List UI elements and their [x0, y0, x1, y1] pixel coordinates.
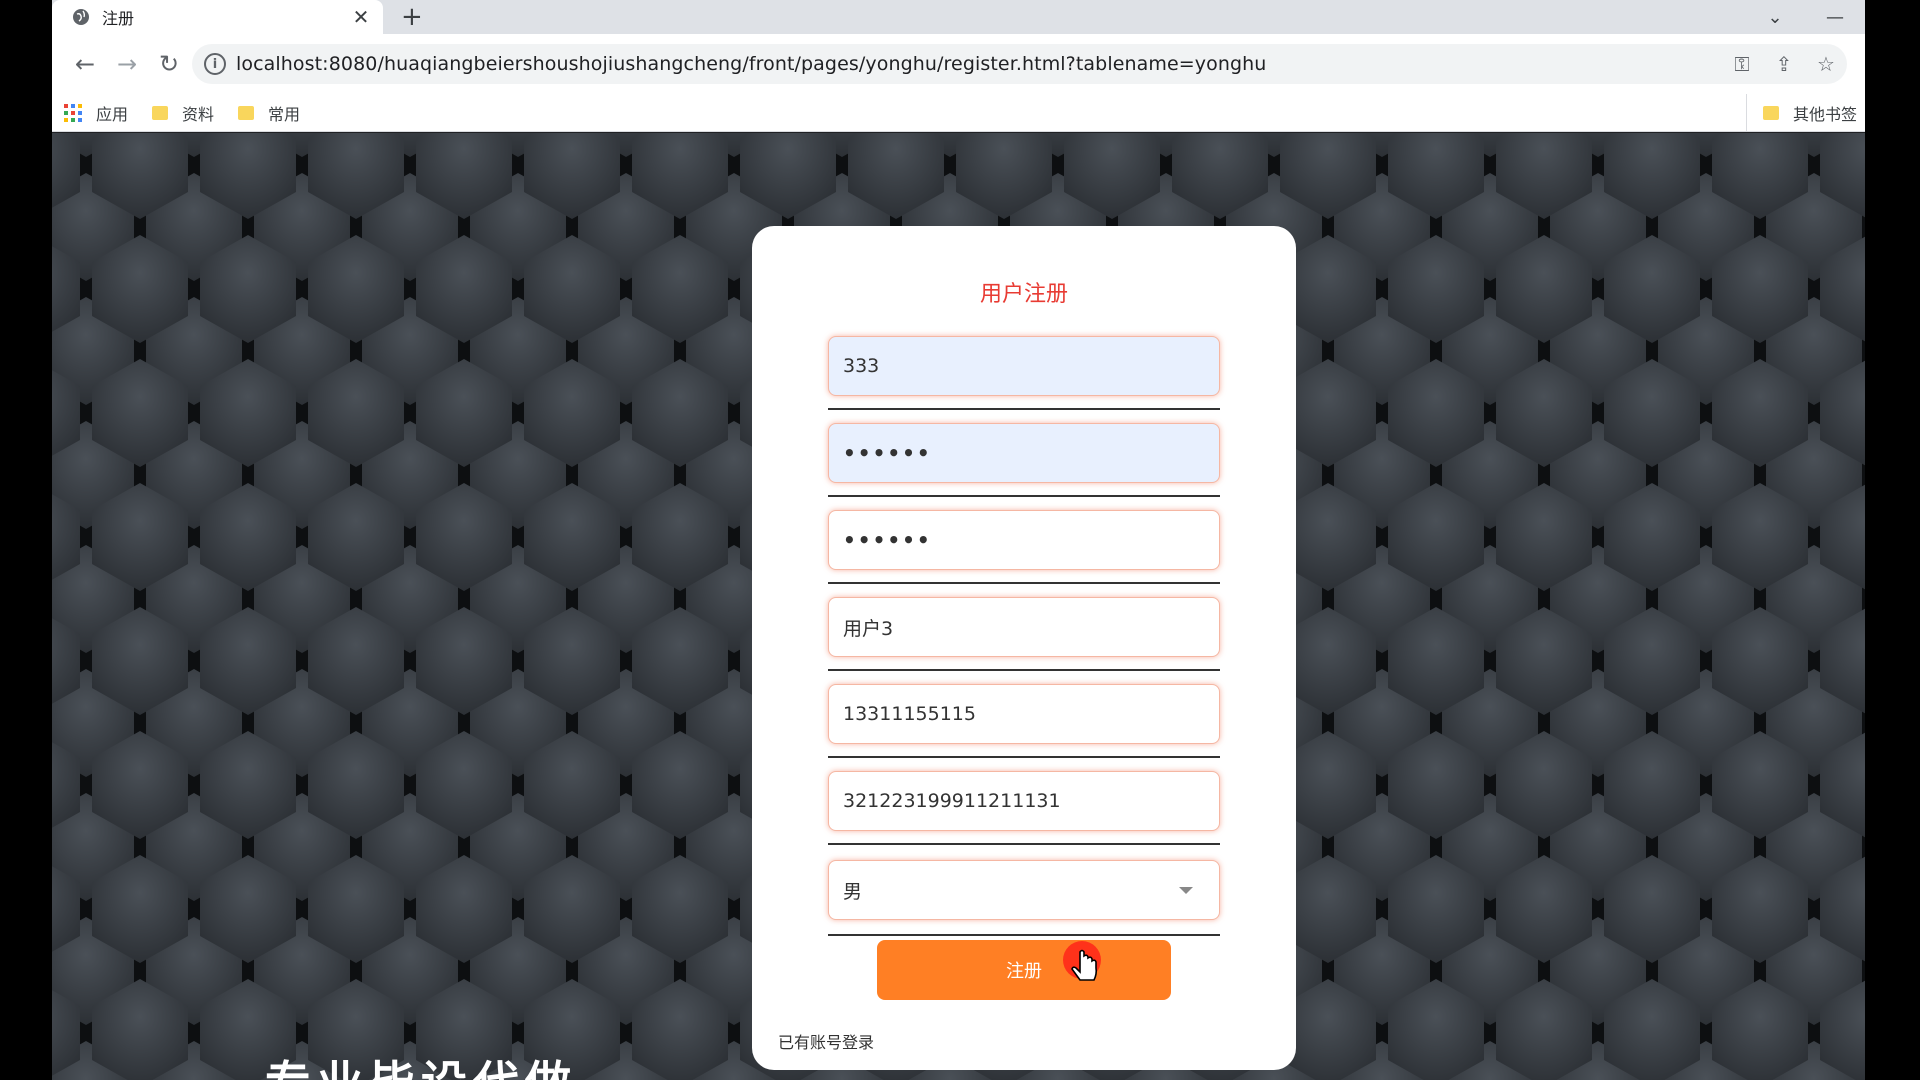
- key-icon[interactable]: ⚿: [1721, 52, 1763, 76]
- password-input[interactable]: ••••••: [828, 423, 1220, 483]
- browser-window: 注册 ✕ + ⌄ — ← → ↻ i localhost:8080/huaqia…: [52, 0, 1865, 1080]
- folder-icon: [1762, 106, 1779, 120]
- divider: [828, 756, 1220, 758]
- name-input[interactable]: 用户3: [828, 597, 1220, 657]
- new-tab-button[interactable]: +: [401, 2, 423, 32]
- info-icon[interactable]: i: [204, 53, 226, 75]
- confirm-password-input[interactable]: ••••••: [828, 510, 1220, 570]
- id-card-input[interactable]: 321223199911211131: [828, 771, 1220, 831]
- share-icon[interactable]: ⇪: [1763, 52, 1805, 76]
- username-input[interactable]: 333: [828, 336, 1220, 396]
- page-title: 用户注册: [979, 282, 1068, 307]
- login-link[interactable]: 已有账号登录: [778, 1029, 874, 1053]
- chevron-down-icon: [1179, 887, 1193, 894]
- folder-icon: [238, 105, 255, 120]
- divider: [828, 408, 1220, 410]
- star-icon[interactable]: ☆: [1805, 52, 1847, 76]
- reload-icon[interactable]: ↻: [148, 43, 190, 85]
- divider: [828, 669, 1220, 671]
- window-controls: ⌄ —: [1745, 0, 1865, 34]
- apps-icon: [64, 103, 82, 122]
- bookmark-label: 应用: [96, 104, 129, 124]
- close-icon[interactable]: ✕: [351, 5, 371, 29]
- overlay-caption: 专业毕设代做: [265, 1047, 577, 1080]
- bookmark-label: 常用: [268, 104, 301, 124]
- register-button-label: 注册: [1006, 961, 1042, 982]
- bookmark-folder-materials[interactable]: 资料: [152, 101, 214, 125]
- bookmark-other[interactable]: 其他书签: [1745, 94, 1857, 132]
- forward-icon[interactable]: →: [106, 43, 148, 85]
- bookmarks-bar: 应用 资料 常用 其他书签: [52, 94, 1865, 132]
- tab-title: 注册: [102, 9, 135, 28]
- bookmark-apps[interactable]: 应用: [64, 101, 128, 125]
- tab-register[interactable]: 注册 ✕: [52, 0, 383, 34]
- divider: [828, 495, 1220, 497]
- divider: [828, 843, 1220, 845]
- register-card: 用户注册 333 •••••• •••••• 用户3 13311155115 3…: [752, 226, 1296, 1070]
- page-content: 用户注册 333 •••••• •••••• 用户3 13311155115 3…: [52, 133, 1865, 1080]
- globe-icon: [73, 9, 89, 25]
- bookmark-label: 资料: [182, 104, 215, 124]
- bookmark-label: 其他书签: [1792, 105, 1857, 124]
- divider: [828, 934, 1220, 936]
- phone-input[interactable]: 13311155115: [828, 684, 1220, 744]
- folder-icon: [152, 105, 169, 120]
- back-icon[interactable]: ←: [64, 43, 106, 85]
- tab-strip: 注册 ✕ + ⌄ —: [52, 0, 1865, 34]
- minimize-icon[interactable]: —: [1805, 7, 1865, 28]
- browser-toolbar: ← → ↻ i localhost:8080/huaqiangbeiershou…: [52, 34, 1865, 94]
- gender-selected-value: 男: [843, 880, 863, 903]
- address-bar[interactable]: i localhost:8080/huaqiangbeiershoushojiu…: [192, 44, 1847, 84]
- gender-select[interactable]: 男: [828, 860, 1220, 920]
- hand-cursor-icon: [1063, 941, 1101, 981]
- register-button[interactable]: 注册: [877, 940, 1171, 1000]
- chevron-down-icon[interactable]: ⌄: [1745, 7, 1805, 28]
- bookmark-folder-common[interactable]: 常用: [238, 101, 300, 125]
- divider: [828, 582, 1220, 584]
- url-text[interactable]: localhost:8080/huaqiangbeiershoushojiush…: [236, 53, 1721, 75]
